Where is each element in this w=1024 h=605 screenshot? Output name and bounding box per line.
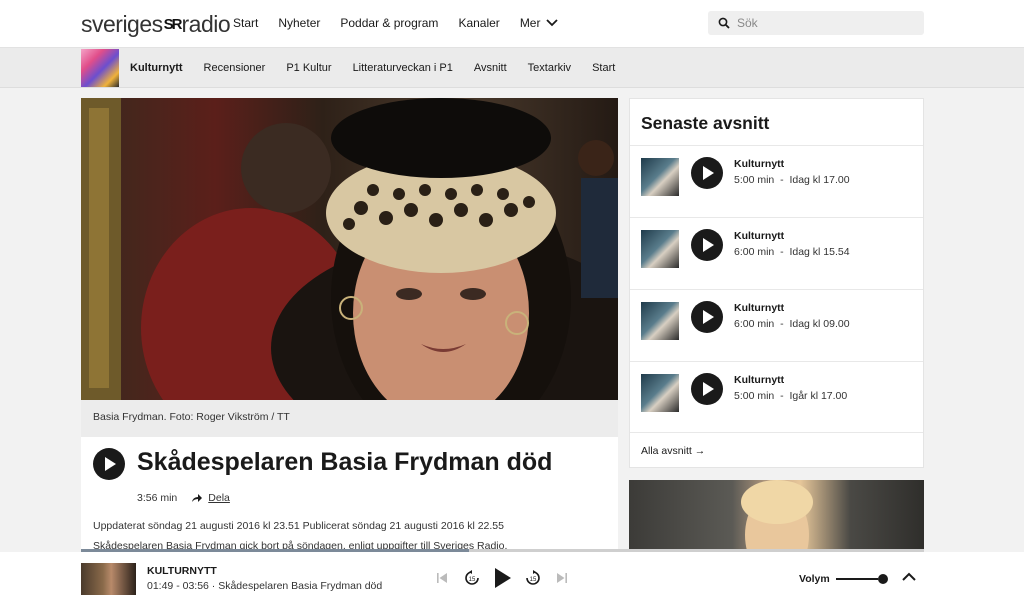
related-portrait [741,480,813,550]
episode-thumbnail [641,158,679,196]
player-thumbnail [81,563,136,595]
episode-item[interactable]: Kulturnytt 6:00 min - Idag kl 15.54 [630,217,923,289]
latest-episodes-panel: Senaste avsnitt Kulturnytt 5:00 min - Id… [629,98,924,468]
logo-mark: SR [163,16,183,33]
episode-item[interactable]: Kulturnytt 5:00 min - Idag kl 17.00 [630,145,923,217]
svg-text:15: 15 [469,577,476,583]
episode-time: Idag kl 15.54 [789,246,850,258]
all-episodes-label: Alla avsnitt [641,445,692,457]
episode-play-button[interactable] [691,373,723,405]
episode-info: 5:00 min - Igår kl 17.00 [734,390,848,402]
episode-length: 5:00 min [734,174,775,186]
episode-item[interactable]: Kulturnytt 6:00 min - Idag kl 09.00 [630,289,923,361]
portrait-illustration [81,98,618,400]
divider [630,432,923,433]
episode-play-button[interactable] [691,229,723,261]
skip-previous-icon[interactable] [437,573,447,583]
skip-next-icon[interactable] [557,573,567,583]
nav-more-button[interactable]: Mer [520,16,559,30]
volume-slider[interactable] [836,578,883,580]
program-nav-kulturnytt[interactable]: Kulturnytt [130,62,183,74]
nav-poddar-program[interactable]: Poddar & program [340,16,438,30]
logo-text-left: sveriges [81,11,163,37]
svg-text:15: 15 [530,577,537,583]
main-nav: Start Nyheter Poddar & program Kanaler M… [233,16,578,30]
top-bar: sveriges SR radio Start Nyheter Poddar &… [0,0,1024,48]
episode-length: 6:00 min [734,318,775,330]
share-label: Dela [208,492,230,504]
nav-kanaler[interactable]: Kanaler [458,16,499,30]
article-title: Skådespelaren Basia Frydman död [137,448,553,476]
nav-nyheter[interactable]: Nyheter [278,16,320,30]
episode-info: 6:00 min - Idag kl 15.54 [734,246,850,258]
program-thumbnail[interactable] [81,49,119,87]
latest-episodes-title: Senaste avsnitt [641,113,770,133]
rewind-15-icon[interactable]: 15 [464,570,480,586]
program-nav-start[interactable]: Start [592,62,615,74]
program-nav-recensioner[interactable]: Recensioner [204,62,266,74]
play-icon[interactable] [494,568,512,588]
episode-play-button[interactable] [691,301,723,333]
sveriges-radio-logo[interactable]: sveriges SR radio [81,11,231,38]
audio-player: KULTURNYTT 01:49 - 03:56 · Skådespelaren… [0,552,1024,605]
forward-15-icon[interactable]: 15 [525,570,541,586]
volume-knob[interactable] [878,574,888,584]
nav-more-label: Mer [519,16,541,30]
image-caption: Basia Frydman. Foto: Roger Vikström / TT [81,400,618,437]
episode-name: Kulturnytt [734,158,785,170]
share-icon [192,494,203,502]
article-meta: 3:56 min Dela [137,492,230,504]
episode-time: Igår kl 17.00 [789,390,848,402]
chevron-down-icon [546,19,559,27]
volume-label: Volym [799,573,830,585]
episode-time: Idag kl 17.00 [789,174,850,186]
chevron-up-icon[interactable] [902,572,916,581]
episode-time: Idag kl 09.00 [789,318,850,330]
article-duration: 3:56 min [137,492,178,504]
program-nav-p1-kultur[interactable]: P1 Kultur [286,62,331,74]
related-image-card[interactable] [629,480,924,550]
episode-thumbnail [641,302,679,340]
episode-thumbnail [641,230,679,268]
arrow-right-icon: → [694,445,706,457]
logo-text-right: radio [181,11,231,37]
search-placeholder: Sök [737,16,758,30]
episode-length: 5:00 min [734,390,775,402]
article-hero-image [81,98,618,400]
program-nav-links: Kulturnytt Recensioner P1 Kultur Littera… [130,62,636,74]
episode-info: 5:00 min - Idag kl 17.00 [734,174,850,186]
volume-fill [836,578,879,580]
article-dates: Uppdaterat söndag 21 augusti 2016 kl 23.… [93,520,504,532]
share-button[interactable]: Dela [191,492,230,504]
episode-thumbnail [641,374,679,412]
player-title: KULTURNYTT [147,565,217,577]
search-input[interactable]: Sök [708,11,924,35]
episode-length: 6:00 min [734,246,775,258]
all-episodes-link[interactable]: Alla avsnitt → [641,445,705,457]
player-subtitle: 01:49 - 03:56 · Skådespelaren Basia Fryd… [147,580,383,592]
nav-start[interactable]: Start [233,16,258,30]
episode-info: 6:00 min - Idag kl 09.00 [734,318,850,330]
program-nav: Kulturnytt Recensioner P1 Kultur Littera… [0,48,1024,88]
program-nav-avsnitt[interactable]: Avsnitt [474,62,507,74]
article-card: Basia Frydman. Foto: Roger Vikström / TT… [81,98,618,558]
article-play-button[interactable] [93,448,125,480]
episode-play-button[interactable] [691,157,723,189]
search-icon [718,17,730,29]
episode-name: Kulturnytt [734,302,785,314]
episode-item[interactable]: Kulturnytt 5:00 min - Igår kl 17.00 [630,361,923,433]
program-nav-litteraturveckan[interactable]: Litteraturveckan i P1 [353,62,453,74]
episode-name: Kulturnytt [734,230,785,242]
program-nav-textarkiv[interactable]: Textarkiv [528,62,571,74]
episode-name: Kulturnytt [734,374,785,386]
